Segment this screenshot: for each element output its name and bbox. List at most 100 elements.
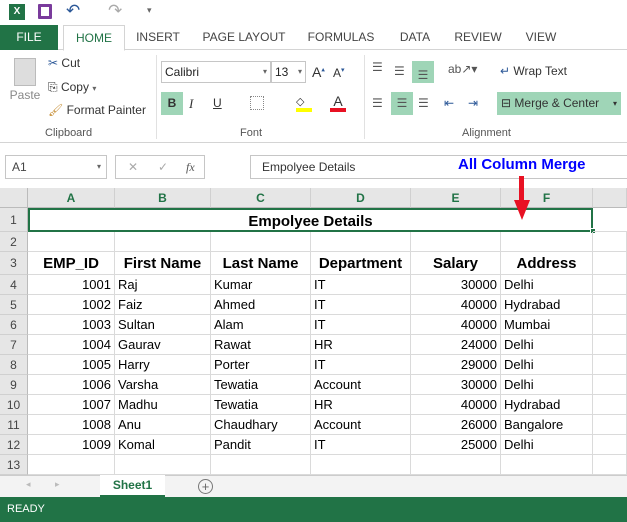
- cell[interactable]: [211, 455, 311, 475]
- cell[interactable]: [28, 455, 115, 475]
- data-cell[interactable]: Madhu: [115, 395, 211, 415]
- data-cell[interactable]: 1003: [28, 315, 115, 335]
- data-cell[interactable]: Komal: [115, 435, 211, 455]
- cell[interactable]: [593, 252, 627, 275]
- cell[interactable]: [593, 395, 627, 415]
- row-header-3[interactable]: 3: [0, 252, 28, 275]
- data-cell[interactable]: 1002: [28, 295, 115, 315]
- data-cell[interactable]: 30000: [411, 375, 501, 395]
- row-header-9[interactable]: 9: [0, 375, 28, 395]
- cell[interactable]: [115, 232, 211, 252]
- data-cell[interactable]: 1001: [28, 275, 115, 295]
- format-painter-button[interactable]: 🖌 Format Painter: [48, 103, 146, 117]
- data-cell[interactable]: Hydrabad: [501, 295, 593, 315]
- data-cell[interactable]: Mumbai: [501, 315, 593, 335]
- data-cell[interactable]: Bangalore: [501, 415, 593, 435]
- data-cell[interactable]: IT: [311, 275, 411, 295]
- data-cell[interactable]: 29000: [411, 355, 501, 375]
- column-header-d[interactable]: D: [311, 188, 411, 208]
- data-cell[interactable]: 26000: [411, 415, 501, 435]
- row-header-5[interactable]: 5: [0, 295, 28, 315]
- data-cell[interactable]: HR: [311, 335, 411, 355]
- data-cell[interactable]: Delhi: [501, 435, 593, 455]
- data-cell[interactable]: 1008: [28, 415, 115, 435]
- cell[interactable]: [593, 375, 627, 395]
- tab-formulas[interactable]: FORMULAS: [302, 25, 380, 50]
- data-cell[interactable]: Sultan: [115, 315, 211, 335]
- data-cell[interactable]: 40000: [411, 395, 501, 415]
- align-bottom-icon[interactable]: ☰: [412, 61, 434, 83]
- data-cell[interactable]: Anu: [115, 415, 211, 435]
- row-header-13[interactable]: 13: [0, 455, 28, 475]
- tab-page-layout[interactable]: PAGE LAYOUT: [196, 25, 292, 50]
- fill-color-icon[interactable]: ◇: [296, 94, 312, 112]
- align-center-icon[interactable]: ☰: [391, 92, 413, 115]
- data-cell[interactable]: Ahmed: [211, 295, 311, 315]
- cell[interactable]: [593, 295, 627, 315]
- add-sheet-icon[interactable]: +: [198, 479, 213, 494]
- cancel-icon[interactable]: ✕: [128, 156, 138, 178]
- data-cell[interactable]: Account: [311, 415, 411, 435]
- underline-button[interactable]: U: [213, 96, 222, 110]
- scroll-right-icon[interactable]: ▸: [55, 479, 60, 490]
- enter-icon[interactable]: ✓: [158, 156, 168, 178]
- row-header-2[interactable]: 2: [0, 232, 28, 252]
- data-cell[interactable]: Hydrabad: [501, 395, 593, 415]
- font-size-select[interactable]: 13 ▾: [271, 61, 306, 83]
- row-header-12[interactable]: 12: [0, 435, 28, 455]
- merge-center-button[interactable]: ⊟ Merge & Center ▾: [497, 92, 621, 115]
- data-cell[interactable]: Varsha: [115, 375, 211, 395]
- cell[interactable]: [411, 232, 501, 252]
- undo-icon[interactable]: ↶: [66, 1, 80, 21]
- header-cell[interactable]: Salary: [411, 252, 501, 275]
- cell[interactable]: [593, 415, 627, 435]
- data-cell[interactable]: Chaudhary: [211, 415, 311, 435]
- data-cell[interactable]: 1005: [28, 355, 115, 375]
- cell[interactable]: [501, 455, 593, 475]
- cell[interactable]: [593, 355, 627, 375]
- decrease-indent-icon[interactable]: ⇤: [444, 96, 454, 110]
- column-header-b[interactable]: B: [115, 188, 211, 208]
- redo-icon[interactable]: ↷: [108, 1, 122, 21]
- data-cell[interactable]: Raj: [115, 275, 211, 295]
- tab-data[interactable]: DATA: [392, 25, 438, 50]
- header-cell[interactable]: Last Name: [211, 252, 311, 275]
- data-cell[interactable]: Faiz: [115, 295, 211, 315]
- cell[interactable]: [501, 232, 593, 252]
- row-header-4[interactable]: 4: [0, 275, 28, 295]
- data-cell[interactable]: 25000: [411, 435, 501, 455]
- cell[interactable]: [311, 455, 411, 475]
- data-cell[interactable]: 1004: [28, 335, 115, 355]
- data-cell[interactable]: IT: [311, 315, 411, 335]
- row-header-6[interactable]: 6: [0, 315, 28, 335]
- data-cell[interactable]: IT: [311, 435, 411, 455]
- tab-view[interactable]: VIEW: [518, 25, 564, 50]
- increase-font-icon[interactable]: A▴: [312, 64, 325, 80]
- data-cell[interactable]: 1007: [28, 395, 115, 415]
- data-cell[interactable]: 1006: [28, 375, 115, 395]
- column-header-e[interactable]: E: [411, 188, 501, 208]
- header-cell[interactable]: Department: [311, 252, 411, 275]
- data-cell[interactable]: 24000: [411, 335, 501, 355]
- header-cell[interactable]: First Name: [115, 252, 211, 275]
- cell[interactable]: [311, 232, 411, 252]
- fx-icon[interactable]: fx: [186, 156, 195, 178]
- data-cell[interactable]: Delhi: [501, 355, 593, 375]
- bold-button[interactable]: B: [161, 92, 183, 115]
- data-cell[interactable]: Tewatia: [211, 375, 311, 395]
- font-name-select[interactable]: Calibri ▾: [161, 61, 271, 83]
- scroll-left-icon[interactable]: ◂: [26, 479, 31, 490]
- cell[interactable]: [593, 335, 627, 355]
- align-left-icon[interactable]: ☰: [372, 96, 383, 110]
- paste-button[interactable]: Paste: [8, 58, 42, 102]
- data-cell[interactable]: 1009: [28, 435, 115, 455]
- column-header-a[interactable]: A: [28, 188, 115, 208]
- cell-blank[interactable]: [593, 208, 627, 232]
- data-cell[interactable]: 30000: [411, 275, 501, 295]
- data-cell[interactable]: Rawat: [211, 335, 311, 355]
- cell[interactable]: [593, 315, 627, 335]
- italic-button[interactable]: I: [189, 96, 193, 112]
- data-cell[interactable]: Gaurav: [115, 335, 211, 355]
- customize-qat-icon[interactable]: ▾: [147, 5, 152, 16]
- increase-indent-icon[interactable]: ⇥: [468, 96, 478, 110]
